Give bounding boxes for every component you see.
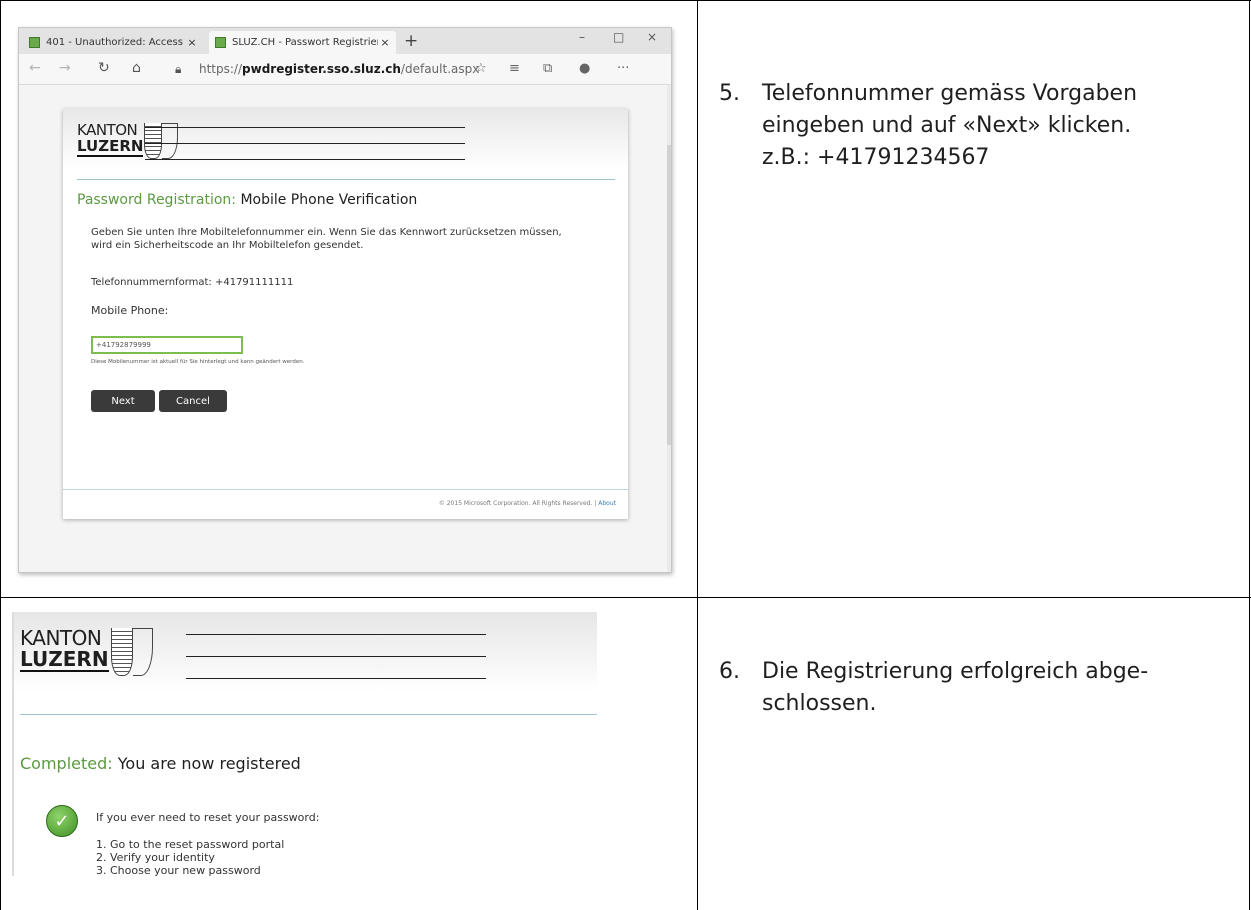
page-title-prefix: Password Registration: <box>77 192 236 208</box>
step-5-line-3: z.B.: +41791234567 <box>762 145 990 170</box>
step-5-number: 5. <box>719 81 740 106</box>
page-title-main: Mobile Phone Verification <box>240 192 418 208</box>
table-border-top <box>0 0 1251 1</box>
step-6-line-1: Die Registrierung erfolgreich abge- <box>762 659 1149 684</box>
step-5-line-2: eingeben und auf «Next» klicken. <box>762 113 1132 138</box>
header-separator <box>77 179 615 180</box>
profile-avatar-icon[interactable]: ● <box>579 61 590 76</box>
completed-title: Completed: You are now registered <box>20 754 301 773</box>
lock-icon: 🔒︎ <box>175 62 182 76</box>
reset-intro: If you ever need to reset your password: <box>96 811 320 824</box>
page-favicon-icon <box>29 37 40 48</box>
cancel-button[interactable]: Cancel <box>159 390 227 412</box>
logo-luzern-text: LUZERN <box>20 647 109 672</box>
screenshot-edge <box>12 612 14 876</box>
step-6-number: 6. <box>719 659 740 684</box>
step-5-instruction: 5. Telefonnummer gemäss Vorgaben eingebe… <box>719 78 1239 188</box>
mobile-phone-input[interactable]: +41792879999 <box>91 336 243 354</box>
coat-of-arms-outline <box>132 628 153 676</box>
more-options-icon[interactable]: ··· <box>617 61 629 76</box>
window-close-icon[interactable]: × <box>647 30 657 44</box>
tab-title: 401 - Unauthorized: Access is de <box>46 37 185 48</box>
about-link[interactable]: About <box>598 500 616 507</box>
url-prefix: https:// <box>199 62 243 76</box>
page-favicon-icon <box>215 37 226 48</box>
instructions-line-1: Geben Sie unten Ihre Mobiltelefonnummer … <box>91 227 562 238</box>
address-bar: ← → ↻ ⌂ 🔒︎ https://pwdregister.sso.sluz.… <box>19 54 671 85</box>
step-6-instruction: 6. Die Registrierung erfolgreich abge- s… <box>719 656 1239 736</box>
page-title: Password Registration: Mobile Phone Veri… <box>77 192 417 208</box>
footer-separator <box>63 489 628 490</box>
format-hint: Telefonnummernformat: +41791111111 <box>91 277 294 288</box>
list-item: 2. Verify your identity <box>96 851 215 864</box>
refresh-icon[interactable]: ↻ <box>98 60 110 76</box>
url-path: /default.aspx <box>400 62 480 76</box>
completed-title-prefix: Completed: <box>20 754 113 773</box>
browser-content: KANTON LUZERN Password Registration: Mob… <box>19 85 671 572</box>
list-item: 3. Choose your new password <box>96 864 261 876</box>
table-border-right <box>1249 0 1250 910</box>
phone-note: Diese Mobilenummer ist aktuell für Sie h… <box>91 359 305 365</box>
header-separator <box>20 714 597 715</box>
tab-close-icon[interactable]: × <box>185 36 199 49</box>
logo-kanton-text: KANTON <box>20 626 102 650</box>
home-icon[interactable]: ⌂ <box>132 60 141 76</box>
copyright-footer: © 2015 Microsoft Corporation. All Rights… <box>439 500 616 507</box>
tab-title: SLUZ.CH - Passwort Registrierun <box>232 37 378 48</box>
tab-unauthorized[interactable]: 401 - Unauthorized: Access is de × <box>23 31 203 54</box>
table-border-left <box>0 0 1 910</box>
list-item: 1. Go to the reset password portal <box>96 838 285 851</box>
favorite-star-icon[interactable]: ☆ <box>475 61 487 76</box>
browser-screenshot: 401 - Unauthorized: Access is de × SLUZ.… <box>18 27 672 573</box>
copyright-text: © 2015 Microsoft Corporation. All Rights… <box>438 500 597 507</box>
instructions-line-2: wird ein Sicherheitscode an Ihr Mobiltel… <box>91 240 364 251</box>
maximize-icon[interactable]: □ <box>613 30 624 44</box>
completion-screenshot: KANTON LUZERN Completed: You are now reg… <box>12 612 597 876</box>
completed-title-main: You are now registered <box>117 754 301 773</box>
url-domain: pwdregister.sso.sluz.ch <box>242 62 401 76</box>
scrollbar-thumb[interactable] <box>667 145 671 445</box>
tab-close-icon[interactable]: × <box>378 36 392 49</box>
table-row-divider <box>0 597 1251 598</box>
logo-lines <box>145 127 465 163</box>
tab-password-registration[interactable]: SLUZ.CH - Passwort Registrierun × <box>209 31 396 54</box>
forward-icon[interactable]: → <box>59 60 71 76</box>
success-check-icon: ✓ <box>46 805 78 837</box>
back-icon[interactable]: ← <box>29 60 41 76</box>
new-tab-icon[interactable]: + <box>404 31 418 51</box>
table-column-divider <box>697 0 698 910</box>
mobile-phone-label: Mobile Phone: <box>91 304 169 317</box>
kanton-luzern-logo: KANTON LUZERN <box>20 628 153 676</box>
url-field[interactable]: https://pwdregister.sso.sluz.ch/default.… <box>199 62 479 76</box>
step-6-line-2: schlossen. <box>762 691 877 716</box>
step-5-line-1: Telefonnummer gemäss Vorgaben <box>762 81 1138 106</box>
minimize-icon[interactable]: – <box>579 30 585 44</box>
next-button[interactable]: Next <box>91 390 155 412</box>
registration-card: KANTON LUZERN Password Registration: Mob… <box>63 109 628 519</box>
logo-luzern-text: LUZERN <box>77 136 144 157</box>
instructions-text: Geben Sie unten Ihre Mobiltelefonnummer … <box>91 226 631 252</box>
collections-icon[interactable]: ⧉ <box>543 61 552 76</box>
favorites-list-icon[interactable]: ≡ <box>509 61 520 76</box>
tab-bar: 401 - Unauthorized: Access is de × SLUZ.… <box>19 28 671 54</box>
logo-lines <box>186 634 486 680</box>
reset-steps-list: 1. Go to the reset password portal 2. Ve… <box>96 838 284 876</box>
coat-of-arms-icon <box>110 628 133 676</box>
